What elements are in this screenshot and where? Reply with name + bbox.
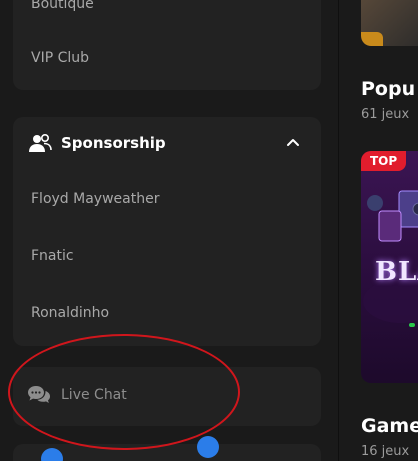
thumbnail-accent bbox=[361, 32, 383, 46]
game-title: BLA bbox=[375, 257, 418, 287]
chevron-up-icon[interactable] bbox=[284, 134, 302, 152]
section-count-games: 16 jeux bbox=[361, 444, 410, 459]
sidebar: Boutique VIP Club Sponsorship Floyd Mayw… bbox=[0, 0, 338, 461]
game-card-blackjack[interactable]: TOP BLA bbox=[361, 151, 418, 383]
menu-item-vip-club[interactable]: VIP Club bbox=[31, 50, 89, 66]
sponsor-item-ronaldinho[interactable]: Ronaldinho bbox=[31, 305, 109, 321]
sponsorship-section: Sponsorship Floyd Mayweather Fnatic Rona… bbox=[13, 117, 321, 346]
chat-bubbles-icon bbox=[27, 384, 51, 406]
menu-card-bottom bbox=[13, 436, 321, 461]
partial-icon-right bbox=[197, 436, 219, 458]
menu-card-top: Boutique VIP Club bbox=[13, 0, 321, 90]
live-chat-label: Live Chat bbox=[61, 387, 127, 403]
section-title-games: Game bbox=[361, 415, 418, 437]
green-dash-1 bbox=[409, 323, 415, 327]
main-content: Popu 61 jeux TOP BLA Game 16 jeux bbox=[339, 0, 418, 461]
sponsor-item-floyd-mayweather[interactable]: Floyd Mayweather bbox=[31, 191, 159, 207]
section-count-popular: 61 jeux bbox=[361, 107, 410, 122]
game-thumbnail-top[interactable] bbox=[361, 0, 418, 46]
menu-item-boutique[interactable]: Boutique bbox=[31, 0, 94, 12]
live-chat-button[interactable]: Live Chat bbox=[13, 367, 321, 426]
sponsor-item-fnatic[interactable]: Fnatic bbox=[31, 248, 74, 264]
live-chat-row: Live Chat bbox=[27, 384, 127, 406]
sponsorship-title: Sponsorship bbox=[61, 134, 166, 152]
section-title-popular: Popu bbox=[361, 78, 416, 100]
sponsorship-header[interactable]: Sponsorship bbox=[28, 131, 306, 155]
partial-icon-left bbox=[41, 448, 63, 461]
users-icon bbox=[28, 133, 52, 153]
